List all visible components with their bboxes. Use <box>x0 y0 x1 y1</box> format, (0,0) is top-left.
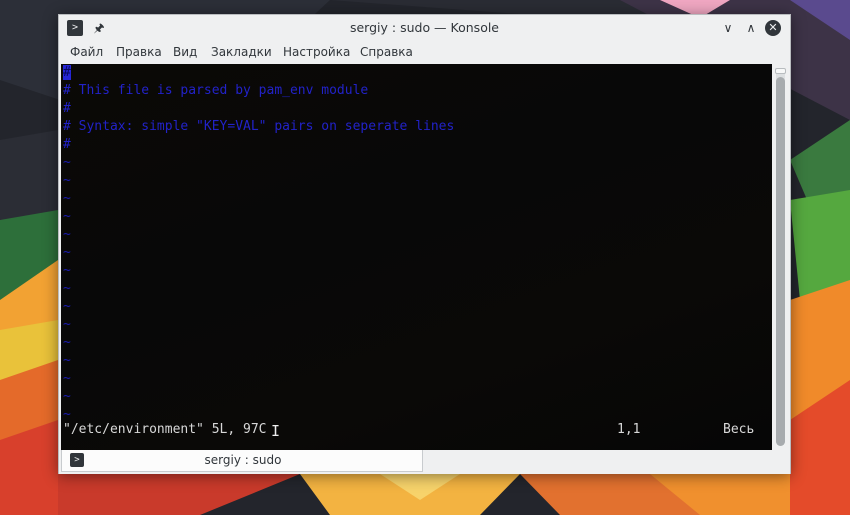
tab-sergiy-sudo[interactable]: > sergiy : sudo <box>61 450 423 472</box>
close-icon[interactable]: ✕ <box>765 20 781 36</box>
empty-line-tilde: ~ <box>63 281 71 296</box>
empty-line-tilde: ~ <box>63 263 71 278</box>
status-scroll-position: Весь <box>723 422 755 437</box>
menu-settings[interactable]: Настройка <box>280 41 353 63</box>
menu-edit[interactable]: Правка <box>113 41 165 63</box>
empty-line-tilde: ~ <box>63 245 71 260</box>
empty-line-tilde: ~ <box>63 155 71 170</box>
menu-bookmarks[interactable]: Закладки <box>208 41 275 63</box>
terminal-line: # This file is parsed by pam_env module <box>63 83 369 98</box>
chevron-up-icon[interactable]: ∧ <box>743 20 759 36</box>
empty-line-tilde: ~ <box>63 389 71 404</box>
window-title: sergiy : sudo — Konsole <box>349 20 500 35</box>
empty-line-tilde: ~ <box>63 371 71 386</box>
empty-line-tilde: ~ <box>63 353 71 368</box>
empty-line-tilde: ~ <box>63 173 71 188</box>
empty-line-tilde: ~ <box>63 191 71 206</box>
empty-line-tilde: ~ <box>63 317 71 332</box>
empty-line-tilde: ~ <box>63 209 71 224</box>
konsole-window: > 🖈︎ sergiy : sudo — Konsole ∨ ∧ ✕ Файл … <box>58 14 791 474</box>
pin-icon[interactable]: 🖈︎ <box>92 20 106 36</box>
menu-view[interactable]: Вид <box>170 41 200 63</box>
terminal-area[interactable]: # # This file is parsed by pam_env modul… <box>61 64 772 450</box>
tab-bar: > sergiy : sudo <box>59 450 790 474</box>
empty-line-tilde: ~ <box>63 299 71 314</box>
vertical-scrollbar[interactable] <box>772 64 790 450</box>
scroll-top-cap <box>775 68 786 74</box>
empty-line-tilde: ~ <box>63 335 71 350</box>
menu-file[interactable]: Файл <box>67 41 106 63</box>
text-cursor: # <box>63 65 71 80</box>
status-filename: "/etc/environment" 5L, 97C <box>63 422 267 437</box>
chevron-down-icon[interactable]: ∨ <box>720 20 736 36</box>
scroll-thumb[interactable] <box>776 77 785 446</box>
status-cursor-position: 1,1 <box>617 422 641 437</box>
terminal-line: # <box>63 64 71 82</box>
ibeam-cursor-icon: I <box>271 422 281 440</box>
tab-label: sergiy : sudo <box>204 453 282 467</box>
menu-help[interactable]: Справка <box>357 41 416 63</box>
menu-bar: Файл Правка Вид Закладки Настройка Справ… <box>59 41 790 63</box>
terminal-icon[interactable]: > <box>67 20 83 36</box>
terminal-line: # Syntax: simple "KEY=VAL" pairs on sepe… <box>63 119 455 134</box>
terminal-line: # <box>63 137 71 152</box>
title-bar[interactable]: > 🖈︎ sergiy : sudo — Konsole ∨ ∧ ✕ <box>59 15 790 41</box>
empty-line-tilde: ~ <box>63 227 71 242</box>
terminal-line: # <box>63 101 71 116</box>
